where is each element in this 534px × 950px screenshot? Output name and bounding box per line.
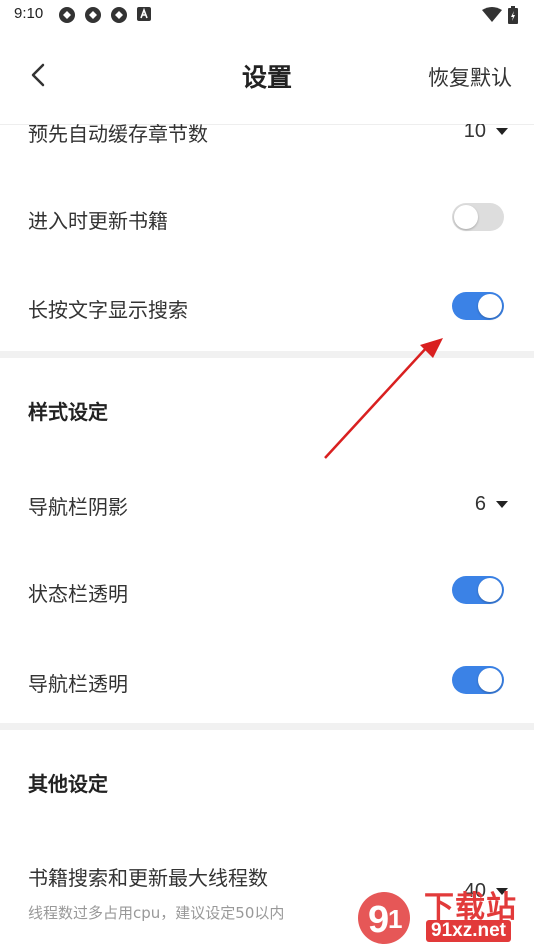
watermark: 9 1 下载站 91xz.net [354, 880, 534, 950]
watermark-logo-icon: 9 1 [358, 892, 410, 944]
notification-icon [111, 7, 127, 23]
setting-row-nav-transparent[interactable]: 导航栏透明 [0, 635, 534, 725]
nav-shadow-dropdown[interactable]: 6 [475, 493, 508, 516]
svg-text:1: 1 [388, 904, 402, 934]
notification-icon [85, 7, 101, 23]
watermark-url: 91xz.net [426, 920, 511, 942]
toggle-knob [478, 294, 502, 318]
setting-label: 状态栏透明 [28, 582, 128, 606]
section-separator [0, 351, 534, 358]
svg-text:9: 9 [368, 899, 389, 941]
update-on-enter-toggle[interactable] [452, 203, 504, 231]
toggle-knob [478, 578, 502, 602]
setting-label: 长按文字显示搜索 [28, 298, 188, 322]
setting-row-update-on-enter[interactable]: 进入时更新书籍 [0, 172, 534, 262]
a-icon [137, 7, 151, 21]
section-title-style: 样式设定 [28, 400, 108, 424]
nav-transparent-toggle[interactable] [452, 666, 504, 694]
setting-label: 书籍搜索和更新最大线程数 [28, 866, 268, 890]
setting-label: 导航栏阴影 [28, 495, 128, 519]
section-separator [0, 723, 534, 730]
status-bar: 9:10 [0, 0, 534, 30]
setting-row-nav-shadow[interactable]: 导航栏阴影 6 [0, 458, 534, 548]
status-notification-icons [58, 6, 152, 24]
setting-label: 导航栏透明 [28, 672, 128, 696]
notification-icon [59, 7, 75, 23]
status-time: 9:10 [14, 5, 44, 22]
setting-row-status-transparent[interactable]: 状态栏透明 [0, 545, 534, 635]
dropdown-value: 6 [474, 493, 486, 515]
battery-icon [508, 6, 518, 24]
long-press-search-toggle[interactable] [452, 292, 504, 320]
wifi-icon [482, 7, 502, 22]
toggle-knob [478, 668, 502, 692]
section-title-other: 其他设定 [28, 772, 108, 796]
caret-down-icon [496, 501, 508, 508]
caret-down-icon [496, 128, 508, 135]
status-right-icons [482, 6, 518, 24]
toggle-knob [454, 205, 478, 229]
restore-defaults-button[interactable]: 恢复默认 [428, 62, 512, 92]
setting-description: 线程数过多占用cpu，建议设定50以内 [28, 904, 285, 922]
app-bar-overlay: 设置 恢复默认 [0, 30, 534, 122]
status-transparent-toggle[interactable] [452, 576, 504, 604]
setting-label: 进入时更新书籍 [28, 209, 168, 233]
setting-row-long-press-search[interactable]: 长按文字显示搜索 [0, 262, 534, 352]
